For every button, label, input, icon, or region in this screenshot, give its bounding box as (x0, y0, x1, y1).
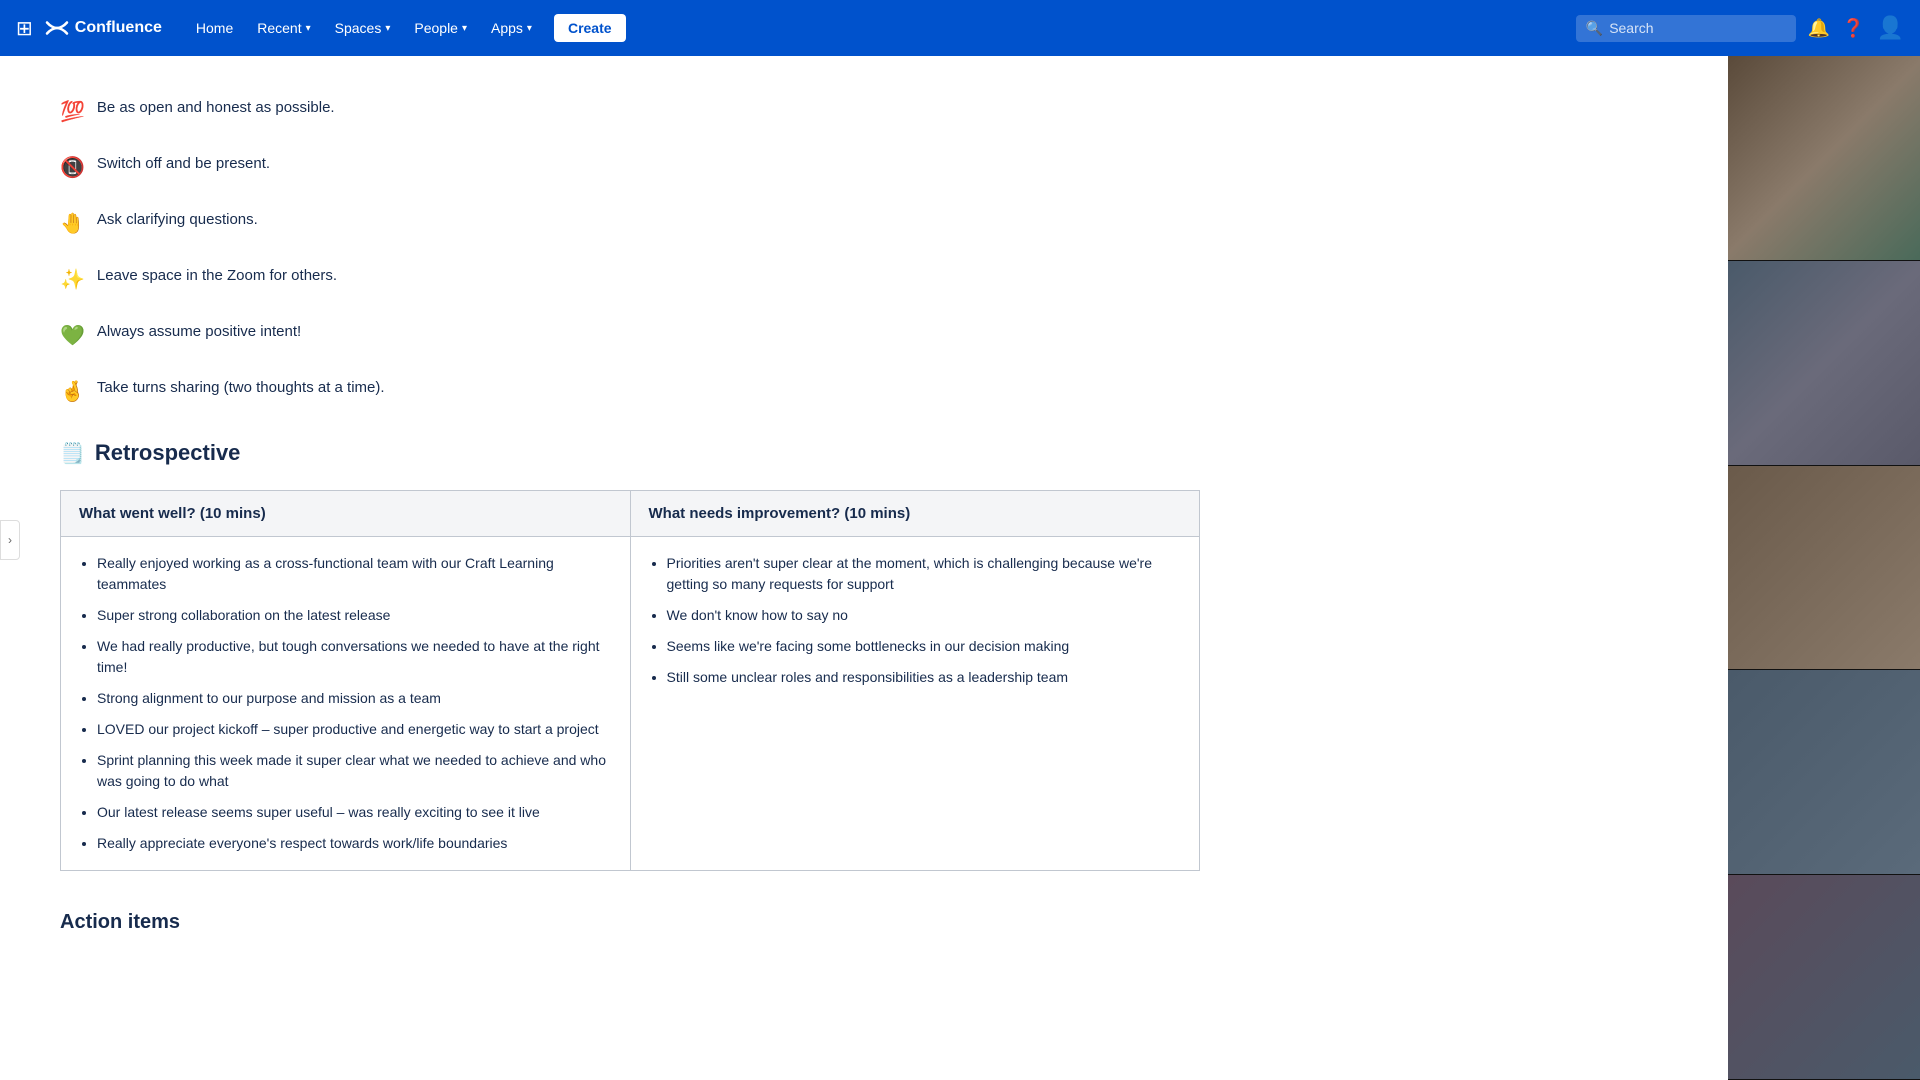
ground-rule-emoji: 🤞 (60, 376, 85, 408)
ground-rule-emoji: 💚 (60, 320, 85, 352)
video-feed-3 (1728, 466, 1920, 670)
nav-people[interactable]: People ▾ (404, 14, 477, 42)
list-item: Still some unclear roles and responsibil… (667, 667, 1182, 688)
list-item: Sprint planning this week made it super … (97, 750, 612, 792)
nav-home[interactable]: Home (186, 14, 243, 42)
video-feed-2 (1728, 261, 1920, 465)
ground-rule-emoji: 📵 (60, 152, 85, 184)
ground-rule-item: 🤚 Ask clarifying questions. (60, 208, 1200, 240)
help-icon[interactable]: ❓ (1842, 18, 1864, 39)
ground-rule-text: Be as open and honest as possible. (97, 96, 335, 120)
list-item: Really appreciate everyone's respect tow… (97, 833, 612, 854)
ground-rule-text: Ask clarifying questions. (97, 208, 258, 232)
ground-rule-emoji: ✨ (60, 264, 85, 296)
list-item: Strong alignment to our purpose and miss… (97, 688, 612, 709)
people-chevron-icon: ▾ (462, 23, 467, 34)
search-icon: 🔍 (1586, 20, 1603, 37)
retrospective-heading: 🗒️ Retrospective (60, 440, 1200, 466)
main-content: 💯 Be as open and honest as possible. 📵 Sw… (0, 56, 1260, 1030)
recent-chevron-icon: ▾ (306, 23, 311, 34)
video-feed-4 (1728, 670, 1920, 874)
spaces-chevron-icon: ▾ (385, 23, 390, 34)
nav-recent[interactable]: Recent ▾ (247, 14, 320, 42)
list-item: We had really productive, but tough conv… (97, 636, 612, 678)
nav-right: 🔍 Search 🔔 ❓ 👤 (1576, 15, 1904, 42)
list-item: Seems like we're facing some bottlenecks… (667, 636, 1182, 657)
ground-rule-text: Leave space in the Zoom for others. (97, 264, 337, 288)
ground-rule-item: 💚 Always assume positive intent! (60, 320, 1200, 352)
ground-rule-text: Switch off and be present. (97, 152, 270, 176)
video-tile-1 (1728, 56, 1920, 261)
collapse-icon: › (8, 533, 12, 547)
ground-rules-list: 💯 Be as open and honest as possible. 📵 Sw… (60, 96, 1200, 408)
sidebar-toggle[interactable]: › (0, 520, 20, 560)
ground-rule-emoji: 🤚 (60, 208, 85, 240)
ground-rule-text: Take turns sharing (two thoughts at a ti… (97, 376, 385, 400)
went-well-header: What went well? (10 mins) (61, 491, 631, 537)
went-well-cell: Really enjoyed working as a cross-functi… (61, 537, 631, 871)
logo-text: Confluence (75, 19, 162, 37)
video-tile-2 (1728, 261, 1920, 466)
ground-rule-text: Always assume positive intent! (97, 320, 301, 344)
video-feed-5 (1728, 875, 1920, 1079)
ground-rule-emoji: 💯 (60, 96, 85, 128)
page-wrapper: 💯 Be as open and honest as possible. 📵 Sw… (0, 56, 1920, 1030)
retrospective-emoji: 🗒️ (60, 441, 85, 466)
grid-icon[interactable]: ⊞ (16, 16, 33, 41)
search-placeholder: Search (1609, 20, 1653, 36)
nav-spaces[interactable]: Spaces ▾ (325, 14, 401, 42)
nav-items: Home Recent ▾ Spaces ▾ People ▾ Apps ▾ C… (186, 14, 626, 42)
user-avatar[interactable]: 👤 (1877, 15, 1904, 41)
list-item: LOVED our project kickoff – super produc… (97, 719, 612, 740)
video-tile-5 (1728, 875, 1920, 1080)
ground-rule-item: 🤞 Take turns sharing (two thoughts at a … (60, 376, 1200, 408)
list-item: Really enjoyed working as a cross-functi… (97, 553, 612, 595)
navbar: ⊞ Confluence Home Recent ▾ Spaces ▾ Peop… (0, 0, 1920, 56)
ground-rule-item: 📵 Switch off and be present. (60, 152, 1200, 184)
list-item: Priorities aren't super clear at the mom… (667, 553, 1182, 595)
retrospective-table: What went well? (10 mins) What needs imp… (60, 490, 1200, 871)
video-panel (1728, 56, 1920, 1080)
ground-rule-item: ✨ Leave space in the Zoom for others. (60, 264, 1200, 296)
video-tile-3 (1728, 466, 1920, 671)
nav-apps[interactable]: Apps ▾ (481, 14, 542, 42)
needs-improvement-header: What needs improvement? (10 mins) (630, 491, 1200, 537)
video-feed-1 (1728, 56, 1920, 260)
list-item: We don't know how to say no (667, 605, 1182, 626)
apps-chevron-icon: ▾ (527, 23, 532, 34)
action-items-heading: Action items (60, 911, 1200, 934)
needs-improvement-cell: Priorities aren't super clear at the mom… (630, 537, 1200, 871)
list-item: Super strong collaboration on the latest… (97, 605, 612, 626)
notifications-icon[interactable]: 🔔 (1808, 18, 1830, 39)
ground-rule-item: 💯 Be as open and honest as possible. (60, 96, 1200, 128)
create-button[interactable]: Create (554, 14, 626, 42)
video-tile-4 (1728, 670, 1920, 875)
search-bar[interactable]: 🔍 Search (1576, 15, 1796, 42)
confluence-logo[interactable]: Confluence (45, 16, 162, 40)
list-item: Our latest release seems super useful – … (97, 802, 612, 823)
